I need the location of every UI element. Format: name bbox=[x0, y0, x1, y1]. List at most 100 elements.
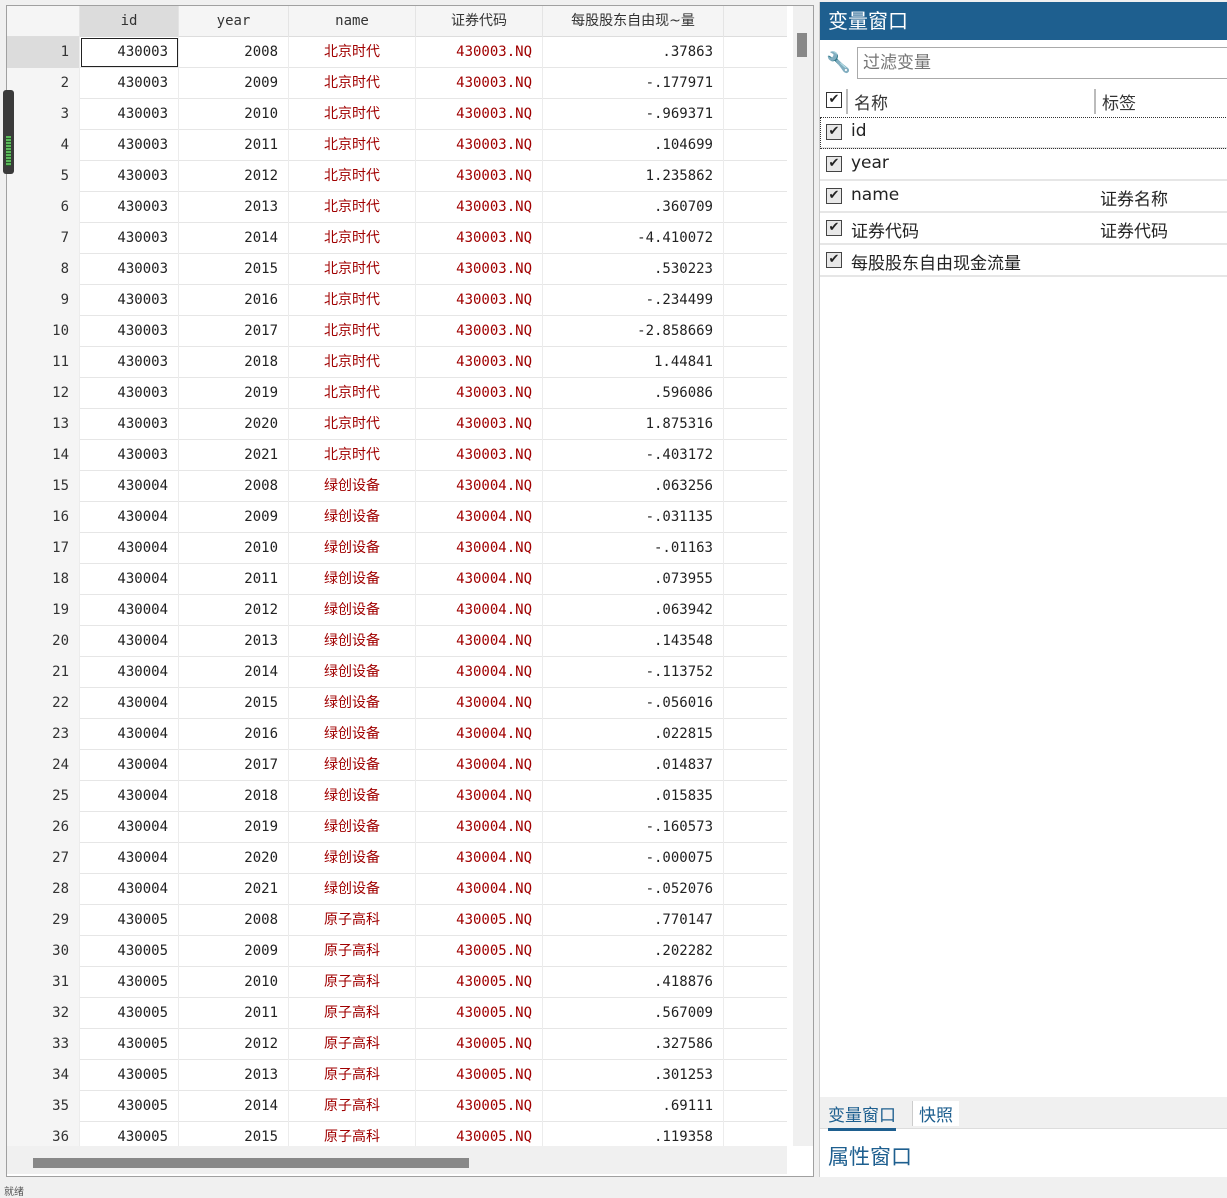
cell-id[interactable]: 430004 bbox=[80, 688, 179, 719]
cell-year[interactable]: 2018 bbox=[179, 347, 289, 378]
cell-name[interactable]: 北京时代 bbox=[289, 440, 416, 471]
cell-year[interactable]: 2016 bbox=[179, 285, 289, 316]
table-row[interactable]: 12 430003 2019 北京时代 430003.NQ .596086 bbox=[7, 378, 787, 409]
cell-name[interactable]: 北京时代 bbox=[289, 347, 416, 378]
row-number[interactable]: 4 bbox=[7, 130, 80, 161]
cell-year[interactable]: 2009 bbox=[179, 502, 289, 533]
cell-name[interactable]: 北京时代 bbox=[289, 68, 416, 99]
cell-year[interactable]: 2012 bbox=[179, 161, 289, 192]
row-number[interactable]: 12 bbox=[7, 378, 80, 409]
row-number[interactable]: 32 bbox=[7, 998, 80, 1029]
cell-id[interactable]: 430003 bbox=[80, 409, 179, 440]
cell-name[interactable]: 北京时代 bbox=[289, 161, 416, 192]
cell-fcf[interactable]: 1.875316 bbox=[543, 409, 724, 440]
cell-fcf[interactable]: .770147 bbox=[543, 905, 724, 936]
row-number[interactable]: 24 bbox=[7, 750, 80, 781]
cell-year[interactable]: 2013 bbox=[179, 192, 289, 223]
cell-id[interactable]: 430003 bbox=[80, 37, 179, 68]
cell-name[interactable]: 北京时代 bbox=[289, 409, 416, 440]
cell-id[interactable]: 430004 bbox=[80, 874, 179, 905]
variable-row[interactable]: ✔ year bbox=[820, 149, 1227, 181]
cell-name[interactable]: 绿创设备 bbox=[289, 812, 416, 843]
cell-code[interactable]: 430003.NQ bbox=[416, 409, 543, 440]
variable-row[interactable]: ✔ 证券代码 证券代码 bbox=[820, 213, 1227, 245]
cell-name[interactable]: 绿创设备 bbox=[289, 781, 416, 812]
cell-name[interactable]: 北京时代 bbox=[289, 223, 416, 254]
cell-fcf[interactable]: -.969371 bbox=[543, 99, 724, 130]
row-number[interactable]: 13 bbox=[7, 409, 80, 440]
cell-code[interactable]: 430004.NQ bbox=[416, 595, 543, 626]
table-row[interactable]: 16 430004 2009 绿创设备 430004.NQ -.031135 bbox=[7, 502, 787, 533]
cell-year[interactable]: 2018 bbox=[179, 781, 289, 812]
cell-year[interactable]: 2009 bbox=[179, 68, 289, 99]
table-row[interactable]: 29 430005 2008 原子高科 430005.NQ .770147 bbox=[7, 905, 787, 936]
cell-year[interactable]: 2021 bbox=[179, 440, 289, 471]
cell-id[interactable]: 430005 bbox=[80, 1060, 179, 1091]
table-row[interactable]: 3 430003 2010 北京时代 430003.NQ -.969371 bbox=[7, 99, 787, 130]
cell-year[interactable]: 2008 bbox=[179, 37, 289, 68]
row-number[interactable]: 28 bbox=[7, 874, 80, 905]
cell-id[interactable]: 430004 bbox=[80, 595, 179, 626]
cell-id[interactable]: 430003 bbox=[80, 99, 179, 130]
table-row[interactable]: 5 430003 2012 北京时代 430003.NQ 1.235862 bbox=[7, 161, 787, 192]
col-label-header[interactable]: 标签 bbox=[1094, 89, 1136, 114]
col-header-name[interactable]: name bbox=[289, 6, 416, 37]
cell-code[interactable]: 430003.NQ bbox=[416, 130, 543, 161]
cell-code[interactable]: 430004.NQ bbox=[416, 843, 543, 874]
cell-fcf[interactable]: 1.44841 bbox=[543, 347, 724, 378]
cell-code[interactable]: 430005.NQ bbox=[416, 1091, 543, 1122]
cell-fcf[interactable]: .202282 bbox=[543, 936, 724, 967]
row-number[interactable]: 19 bbox=[7, 595, 80, 626]
table-row[interactable]: 14 430003 2021 北京时代 430003.NQ -.403172 bbox=[7, 440, 787, 471]
cell-fcf[interactable]: .104699 bbox=[543, 130, 724, 161]
row-number[interactable]: 16 bbox=[7, 502, 80, 533]
row-number[interactable]: 11 bbox=[7, 347, 80, 378]
cell-code[interactable]: 430003.NQ bbox=[416, 161, 543, 192]
cell-year[interactable]: 2011 bbox=[179, 564, 289, 595]
row-number[interactable]: 29 bbox=[7, 905, 80, 936]
cell-fcf[interactable]: -4.410072 bbox=[543, 223, 724, 254]
cell-name[interactable]: 绿创设备 bbox=[289, 874, 416, 905]
data-grid[interactable]: id year name 证券代码 每股股东自由现~量 1 430003 2008 北… bbox=[6, 5, 814, 1177]
cell-id[interactable]: 430004 bbox=[80, 719, 179, 750]
table-row[interactable]: 31 430005 2010 原子高科 430005.NQ .418876 bbox=[7, 967, 787, 998]
cell-year[interactable]: 2010 bbox=[179, 967, 289, 998]
tab-snapshots[interactable]: 快照 bbox=[912, 1101, 959, 1126]
cell-id[interactable]: 430004 bbox=[80, 533, 179, 564]
table-row[interactable]: 11 430003 2018 北京时代 430003.NQ 1.44841 bbox=[7, 347, 787, 378]
cell-code[interactable]: 430004.NQ bbox=[416, 471, 543, 502]
variable-checkbox[interactable]: ✔ bbox=[826, 220, 842, 236]
cell-code[interactable]: 430004.NQ bbox=[416, 812, 543, 843]
horizontal-scrollbar[interactable] bbox=[7, 1146, 787, 1174]
row-number[interactable]: 27 bbox=[7, 843, 80, 874]
cell-name[interactable]: 北京时代 bbox=[289, 192, 416, 223]
cell-fcf[interactable]: -.234499 bbox=[543, 285, 724, 316]
cell-name[interactable]: 绿创设备 bbox=[289, 595, 416, 626]
cell-year[interactable]: 2020 bbox=[179, 409, 289, 440]
table-row[interactable]: 4 430003 2011 北京时代 430003.NQ .104699 bbox=[7, 130, 787, 161]
cell-name[interactable]: 原子高科 bbox=[289, 967, 416, 998]
table-row[interactable]: 28 430004 2021 绿创设备 430004.NQ -.052076 bbox=[7, 874, 787, 905]
table-row[interactable]: 24 430004 2017 绿创设备 430004.NQ .014837 bbox=[7, 750, 787, 781]
cell-id[interactable]: 430003 bbox=[80, 254, 179, 285]
cell-id[interactable]: 430005 bbox=[80, 936, 179, 967]
cell-fcf[interactable]: .530223 bbox=[543, 254, 724, 285]
cell-fcf[interactable]: -.052076 bbox=[543, 874, 724, 905]
table-row[interactable]: 1 430003 2008 北京时代 430003.NQ .37863 bbox=[7, 37, 787, 68]
variable-row[interactable]: ✔ id bbox=[820, 117, 1227, 149]
cell-id[interactable]: 430004 bbox=[80, 502, 179, 533]
table-row[interactable]: 27 430004 2020 绿创设备 430004.NQ -.000075 bbox=[7, 843, 787, 874]
cell-code[interactable]: 430003.NQ bbox=[416, 37, 543, 68]
cell-id[interactable]: 430004 bbox=[80, 564, 179, 595]
tab-variables[interactable]: 变量窗口 bbox=[828, 1101, 896, 1131]
row-number[interactable]: 25 bbox=[7, 781, 80, 812]
cell-fcf[interactable]: .022815 bbox=[543, 719, 724, 750]
cell-year[interactable]: 2008 bbox=[179, 471, 289, 502]
wrench-icon[interactable]: 🔧 bbox=[826, 50, 851, 74]
cell-year[interactable]: 2014 bbox=[179, 657, 289, 688]
cell-year[interactable]: 2017 bbox=[179, 316, 289, 347]
table-row[interactable]: 23 430004 2016 绿创设备 430004.NQ .022815 bbox=[7, 719, 787, 750]
cell-fcf[interactable]: .015835 bbox=[543, 781, 724, 812]
cell-name[interactable]: 北京时代 bbox=[289, 378, 416, 409]
cell-name[interactable]: 绿创设备 bbox=[289, 471, 416, 502]
